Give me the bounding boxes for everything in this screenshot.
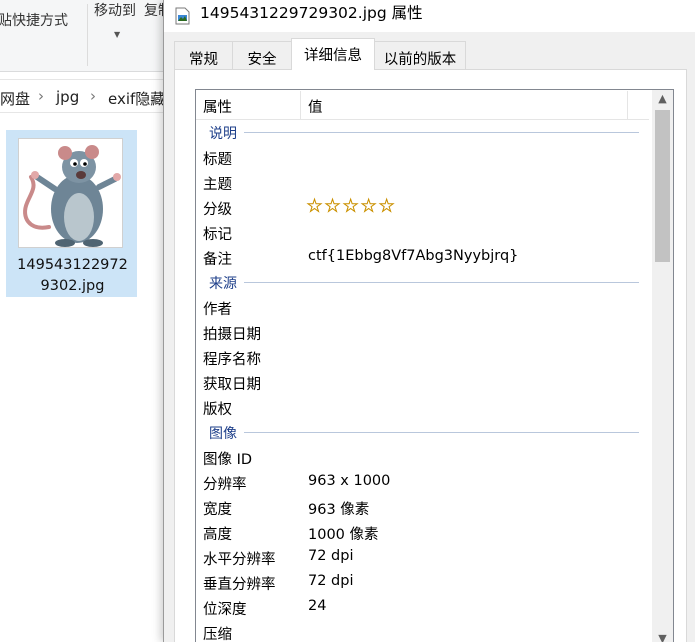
property-name: 位深度 <box>203 602 247 618</box>
property-value: 72 dpi <box>308 573 354 589</box>
image-file-icon <box>175 7 190 25</box>
ribbon-divider <box>87 4 88 66</box>
scroll-down-icon[interactable]: ▼ <box>652 630 673 642</box>
property-name: 垂直分辨率 <box>203 577 276 593</box>
property-row[interactable]: 获取日期 <box>196 370 649 395</box>
scrollbar-thumb[interactable] <box>655 110 670 262</box>
property-row[interactable]: 标题 <box>196 145 649 170</box>
property-row[interactable]: 水平分辨率 72 dpi <box>196 545 649 570</box>
property-value: 1000 像素 <box>308 527 379 543</box>
property-row[interactable]: 作者 <box>196 295 649 320</box>
vertical-scrollbar[interactable]: ▲ ▼ <box>652 90 673 642</box>
property-name: 高度 <box>203 527 232 543</box>
breadcrumb-item[interactable]: 网盘 <box>0 88 30 109</box>
property-name: 图像 ID <box>203 452 253 468</box>
property-name: 水平分辨率 <box>203 552 276 568</box>
breadcrumb-item[interactable]: exif隐藏 <box>108 88 165 109</box>
property-row[interactable]: 压缩 <box>196 620 649 642</box>
column-divider[interactable] <box>300 91 301 119</box>
property-name: 主题 <box>203 177 232 193</box>
property-name: 宽度 <box>203 502 232 518</box>
dialog-titlebar[interactable]: 1495431229729302.jpg 属性 <box>164 0 695 32</box>
column-header-value[interactable]: 值 <box>308 96 323 117</box>
property-group-header[interactable]: 图像 <box>196 420 649 445</box>
property-row[interactable]: 标记 <box>196 220 649 245</box>
property-name: 版权 <box>203 402 232 418</box>
property-row[interactable]: 拍摄日期 <box>196 320 649 345</box>
property-value: 72 dpi <box>308 548 354 564</box>
move-to-button[interactable]: 移动到 <box>94 0 136 20</box>
chevron-down-icon: ▼ <box>114 30 121 39</box>
properties-dialog: 1495431229729302.jpg 属性 常规 安全 详细信息 以前的版本… <box>163 0 695 642</box>
property-name: 分级 <box>203 202 232 218</box>
property-name: 备注 <box>203 252 232 268</box>
tab-details[interactable]: 详细信息 <box>291 38 375 70</box>
property-value: ctf{1Ebbg8Vf7Abg3Nyybjrq} <box>308 248 519 264</box>
tab-previous-versions[interactable]: 以前的版本 <box>374 41 466 69</box>
group-label: 图像 <box>209 423 241 443</box>
tab-general[interactable]: 常规 <box>174 41 233 69</box>
paste-shortcut-button[interactable]: 贴快捷方式 <box>0 10 68 30</box>
property-row[interactable]: 图像 ID <box>196 445 649 470</box>
property-row[interactable]: 位深度 24 <box>196 595 649 620</box>
property-group-header[interactable]: 来源 <box>196 270 649 295</box>
property-value: 24 <box>308 598 327 614</box>
file-name-line: 9302.jpg <box>40 278 105 294</box>
property-row[interactable]: 程序名称 <box>196 345 649 370</box>
group-divider-line <box>244 432 639 433</box>
property-row[interactable]: 分辨率 963 x 1000 <box>196 470 649 495</box>
property-name: 标记 <box>203 227 232 243</box>
property-row[interactable]: 备注 ctf{1Ebbg8Vf7Abg3Nyybjrq} <box>196 245 649 270</box>
column-divider[interactable] <box>627 91 628 119</box>
details-panel: 属性 值 说明标题主题分级 ☆☆☆☆☆ 标记备注 ctf{1Ebbg8Vf7Abg3N… <box>174 69 687 642</box>
property-name: 拍摄日期 <box>203 327 261 343</box>
property-group-header[interactable]: 说明 <box>196 120 649 145</box>
file-name-line: 149543122972 <box>17 257 128 273</box>
property-row[interactable]: 分级 ☆☆☆☆☆ <box>196 195 649 220</box>
property-name: 程序名称 <box>203 352 261 368</box>
property-row[interactable]: 高度 1000 像素 <box>196 520 649 545</box>
property-name: 压缩 <box>203 627 232 642</box>
property-value: 963 像素 <box>308 502 370 518</box>
chevron-right-icon: › <box>90 87 96 105</box>
list-header: 属性 值 <box>196 90 649 120</box>
group-divider-line <box>244 282 639 283</box>
property-name: 标题 <box>203 152 232 168</box>
group-divider-line <box>244 132 639 133</box>
rat-thumbnail-image <box>18 138 123 248</box>
file-item[interactable]: 149543122972 9302.jpg <box>6 130 137 297</box>
group-label: 来源 <box>209 273 241 293</box>
dialog-title: 1495431229729302.jpg 属性 <box>200 4 423 22</box>
property-row[interactable]: 垂直分辨率 72 dpi <box>196 570 649 595</box>
property-name: 获取日期 <box>203 377 261 393</box>
group-label: 说明 <box>209 123 241 143</box>
column-header-property[interactable]: 属性 <box>203 96 232 117</box>
property-name: 作者 <box>203 302 232 318</box>
property-rows: 说明标题主题分级 ☆☆☆☆☆ 标记备注 ctf{1Ebbg8Vf7Abg3Nyybjr… <box>196 120 649 642</box>
breadcrumb-item[interactable]: jpg <box>56 88 79 106</box>
property-row[interactable]: 主题 <box>196 170 649 195</box>
property-value: 963 x 1000 <box>308 473 391 489</box>
tab-security[interactable]: 安全 <box>232 41 292 69</box>
star-rating-icon[interactable]: ☆☆☆☆☆ <box>306 195 396 218</box>
property-row[interactable]: 宽度 963 像素 <box>196 495 649 520</box>
file-name-label: 149543122972 9302.jpg <box>7 255 138 297</box>
property-name: 分辨率 <box>203 477 247 493</box>
chevron-right-icon: › <box>38 87 44 105</box>
property-list[interactable]: 属性 值 说明标题主题分级 ☆☆☆☆☆ 标记备注 ctf{1Ebbg8Vf7Abg3N… <box>195 89 674 642</box>
scroll-up-icon[interactable]: ▲ <box>652 90 673 108</box>
property-row[interactable]: 版权 <box>196 395 649 420</box>
